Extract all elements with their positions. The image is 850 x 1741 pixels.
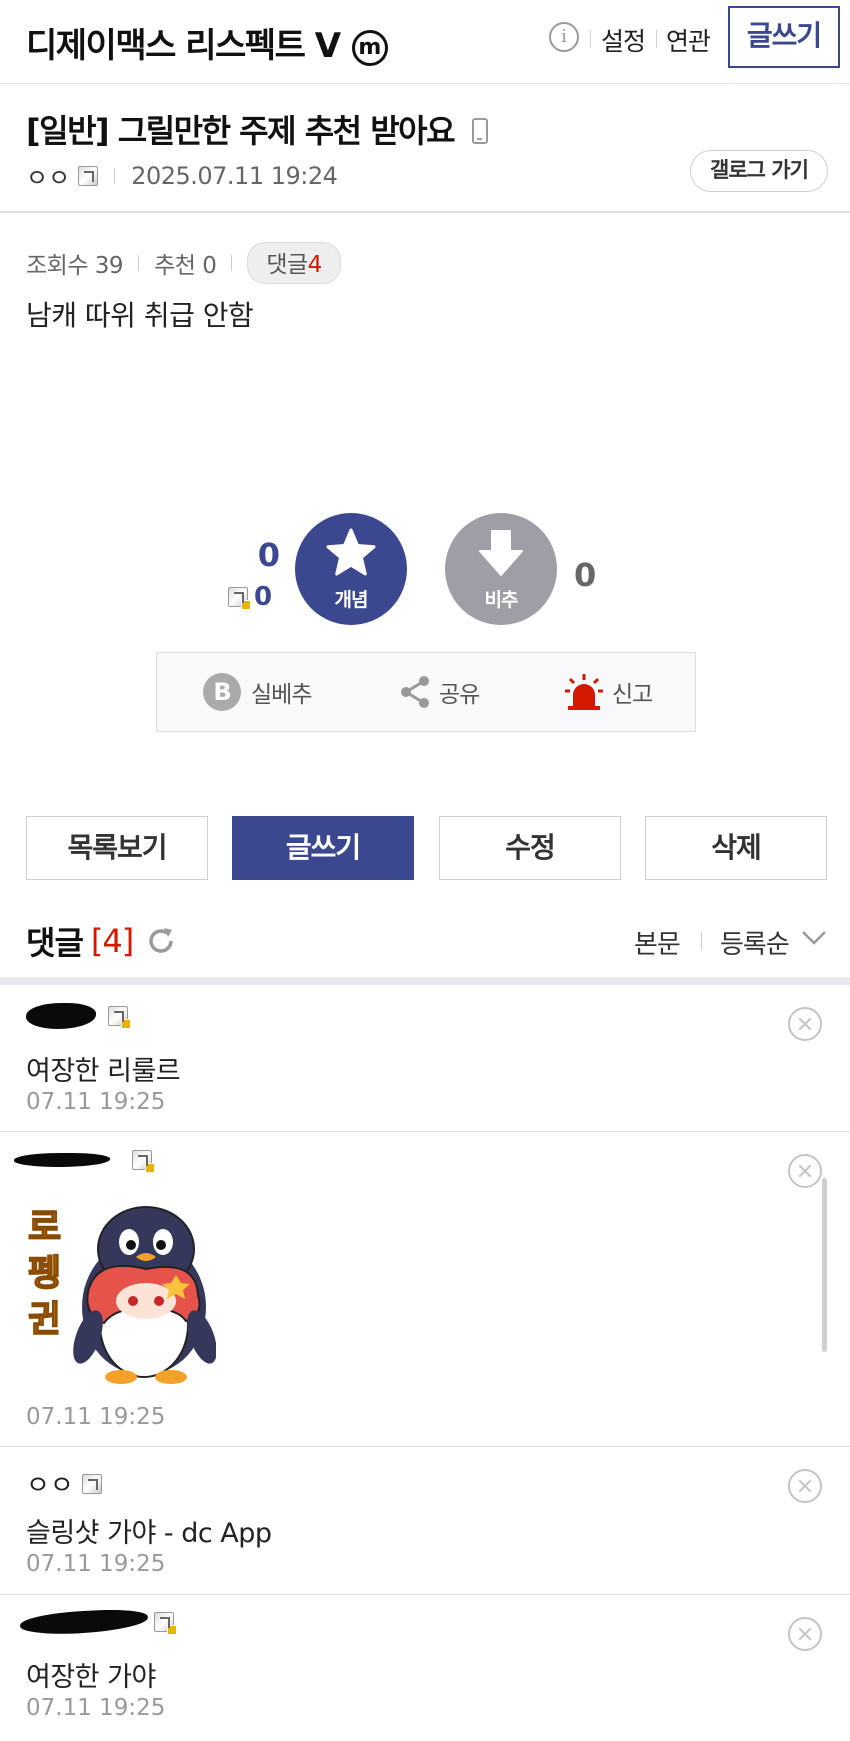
comment-nick[interactable] [14, 1150, 155, 1173]
post-title-text: [일반] 그릴만한 주제 추천 받아요 [26, 112, 456, 150]
post-body: 남캐 따위 취급 안함 [26, 299, 254, 332]
silbe-recommend-button[interactable]: B 실베추 [203, 653, 312, 730]
recommend-down-count: 0 [574, 556, 597, 594]
comment-item: 여장한 가야 07.11 19:25 [0, 1595, 850, 1741]
edit-button[interactable]: 수정 [439, 816, 621, 880]
related-link[interactable]: 연관 [666, 22, 711, 58]
recommend-count: 추천 0 [154, 253, 217, 279]
comments-title: 댓글 [26, 924, 84, 962]
comment-item: 로 펭 귄 07.11 19:25 [0, 1132, 850, 1447]
svg-text:펭: 펭 [28, 1253, 61, 1294]
comment-time: 07.11 19:25 [26, 1404, 166, 1430]
info-icon[interactable]: i [549, 22, 579, 52]
svg-text:귄: 귄 [28, 1299, 61, 1340]
divider [656, 30, 657, 48]
author-nick[interactable]: ㅇㅇ [26, 158, 70, 193]
comment-time: 07.11 19:25 [26, 1551, 166, 1577]
refresh-icon[interactable] [145, 925, 177, 957]
recommend-up-button[interactable]: 개념 [295, 513, 407, 625]
gallery-title-text: 디제이맥스 리스펙트 V [26, 26, 341, 66]
gallery-title[interactable]: 디제이맥스 리스펙트 V m [26, 18, 388, 67]
comments-header: 댓글 [4] [26, 918, 177, 964]
mobile-icon [471, 118, 488, 144]
close-circle-icon[interactable] [788, 1617, 822, 1651]
comment-nick[interactable] [19, 1607, 177, 1637]
comment-nick[interactable] [26, 1003, 131, 1029]
comment-pill-count: 4 [307, 252, 323, 278]
fixed-nick-icon [228, 587, 251, 610]
view-count: 조회수 39 [26, 253, 124, 279]
comments-count: [4] [90, 922, 134, 960]
redacted-nick [19, 1607, 149, 1637]
divider [0, 977, 850, 985]
fixed-recommend: 0 [228, 582, 272, 612]
redacted-nick [14, 1153, 110, 1167]
comment-count-pill[interactable]: 댓글4 [247, 242, 341, 284]
fixed-nick-icon [132, 1150, 155, 1173]
siren-icon [565, 673, 603, 710]
fixed-nick-icon [81, 1473, 102, 1494]
silbe-label: 실베추 [251, 681, 312, 708]
comment-pill-label: 댓글 [266, 252, 308, 278]
report-label: 신고 [612, 681, 653, 708]
top-bar: 디제이맥스 리스펙트 V m i 설정 연관 글쓰기 [0, 0, 850, 84]
comment-text: 슬링샷 가야 - dc App [26, 1518, 272, 1549]
divider [114, 167, 116, 184]
post-date: 2025.07.11 19:24 [131, 161, 338, 190]
write-button-top[interactable]: 글쓰기 [728, 6, 840, 68]
report-button[interactable]: 신고 [564, 653, 653, 730]
divider [138, 255, 140, 271]
share-label: 공유 [439, 681, 480, 708]
post-stats: 조회수 39 추천 0 댓글4 [26, 242, 341, 284]
view-body-link[interactable]: 본문 [634, 924, 681, 961]
comment-text: 여장한 가야 [26, 1662, 156, 1693]
share-icon [401, 675, 429, 708]
comment-nick-text: ㅇㅇ [26, 1471, 74, 1501]
divider [701, 932, 702, 950]
fixed-nick-icon [154, 1612, 177, 1635]
close-circle-icon[interactable] [788, 1007, 822, 1041]
minor-gallery-badge-icon: m [351, 30, 388, 66]
close-circle-icon[interactable] [788, 1154, 822, 1188]
scrollbar[interactable] [822, 1178, 827, 1352]
author-line: ㅇㅇ 2025.07.11 19:24 [26, 158, 338, 193]
recommend-down-button[interactable]: 비추 [445, 513, 557, 625]
star-icon [326, 528, 376, 576]
divider [590, 30, 591, 48]
arrow-down-icon [479, 530, 523, 576]
recommend-up-label: 개념 [334, 589, 369, 611]
comment-nick[interactable]: ㅇㅇ [26, 1465, 102, 1502]
comment-item: 여장한 리룰르 07.11 19:25 [0, 985, 850, 1132]
sort-select[interactable]: 등록순 [720, 924, 790, 961]
fixed-recommend-count: 0 [254, 582, 273, 612]
post-title: [일반] 그릴만한 주제 추천 받아요 [26, 106, 488, 152]
comment-item: ㅇㅇ 슬링샷 가야 - dc App 07.11 19:25 [0, 1447, 850, 1595]
gallog-button[interactable]: 갤로그 가기 [690, 150, 828, 192]
close-circle-icon[interactable] [788, 1469, 822, 1503]
fixed-nick-icon [78, 165, 99, 186]
chevron-down-icon[interactable] [800, 928, 828, 948]
comment-time: 07.11 19:25 [26, 1089, 166, 1115]
comment-text: 여장한 리룰르 [26, 1056, 181, 1087]
list-button[interactable]: 목록보기 [26, 816, 208, 880]
recommend-up-count: 0 [257, 536, 280, 574]
share-button[interactable]: 공유 [397, 653, 480, 730]
fixed-nick-icon [108, 1006, 131, 1029]
redacted-nick [26, 1003, 96, 1029]
penguin-sticker-image: 로 펭 귄 [27, 1206, 216, 1384]
write-button[interactable]: 글쓰기 [232, 816, 414, 880]
divider [231, 255, 233, 271]
divider [0, 211, 850, 213]
delete-button[interactable]: 삭제 [645, 816, 827, 880]
comment-time: 07.11 19:25 [26, 1695, 166, 1721]
svg-text:로: 로 [28, 1207, 61, 1248]
post-action-box: B 실베추 공유 신고 [156, 652, 696, 732]
settings-link[interactable]: 설정 [601, 22, 646, 58]
best-b-icon: B [203, 672, 241, 711]
recommend-down-label: 비추 [484, 589, 519, 611]
